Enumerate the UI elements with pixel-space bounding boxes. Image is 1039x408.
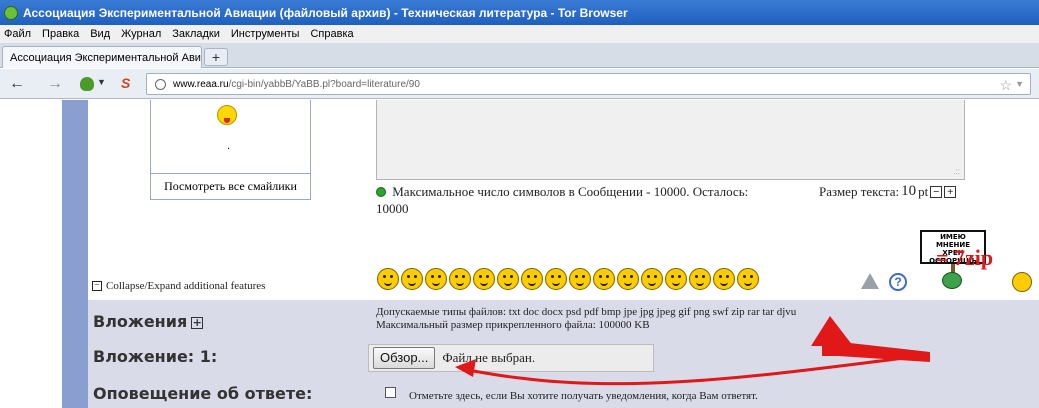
attachments-label-text: Вложения xyxy=(93,312,188,331)
emoticon-bar xyxy=(377,268,759,290)
undecided-icon[interactable] xyxy=(689,268,711,290)
text-size-control: Размер текста: 10 pt − + xyxy=(819,183,957,200)
cheesy-icon[interactable] xyxy=(425,268,447,290)
sign-holder-icon xyxy=(942,272,962,289)
shocked-icon[interactable] xyxy=(521,268,543,290)
zip-annotation: = 7zip xyxy=(936,245,994,270)
file-types-info: Допускаемые типы файлов: txt doc docx ps… xyxy=(376,306,796,332)
file-types-text: Допускаемые типы файлов: txt doc docx ps… xyxy=(376,306,797,318)
url-bar[interactable]: www.reaa.ru /cgi-bin/yabbB/YaBB.pl?board… xyxy=(146,73,1031,95)
chevron-down-icon[interactable]: ▼ xyxy=(97,77,106,87)
max-size-text: Максимальный размер прикрепленного файла… xyxy=(376,319,650,331)
back-button[interactable]: ← xyxy=(9,75,25,93)
menu-bookmarks[interactable]: Закладки xyxy=(172,28,220,40)
grin-icon[interactable] xyxy=(449,268,471,290)
tongue-smiley-icon[interactable] xyxy=(217,105,237,125)
attachments-label: Вложения + xyxy=(93,312,204,331)
help-icon[interactable]: ? xyxy=(889,273,907,291)
file-input[interactable]: Обзор... Файл не выбран. xyxy=(368,344,654,372)
menu-file[interactable]: Файл xyxy=(4,28,31,40)
embarrassed-icon[interactable] xyxy=(641,268,663,290)
message-textarea[interactable]: .:: xyxy=(376,100,965,180)
collapse-box-icon: − xyxy=(92,281,102,291)
resize-grip-icon[interactable]: .:: xyxy=(953,167,960,176)
max-chars-info: Максимальное число символов в Сообщении … xyxy=(376,183,796,217)
wink-icon[interactable] xyxy=(401,268,423,290)
attachments-expand-button[interactable]: + xyxy=(191,317,204,329)
cool-icon[interactable] xyxy=(545,268,567,290)
page-content: . Посмотреть все смайлики .:: Максимальн… xyxy=(0,100,1039,408)
menu-help[interactable]: Справка xyxy=(310,28,353,40)
page-left-margin xyxy=(0,100,62,408)
new-tab-button[interactable]: + xyxy=(204,48,228,66)
menu-edit[interactable]: Правка xyxy=(42,28,79,40)
tor-onion-icon[interactable] xyxy=(80,77,94,91)
collapse-label: Collapse/Expand additional features xyxy=(106,280,266,292)
menu-history[interactable]: Журнал xyxy=(121,28,161,40)
text-size-label: Размер текста: xyxy=(819,183,900,199)
remaining-chars: 10000 xyxy=(376,201,409,216)
tab-reaa[interactable]: Ассоциация Экспериментальной Авиаци... xyxy=(2,46,202,68)
menu-tools[interactable]: Инструменты xyxy=(231,28,300,40)
menubar: Файл Правка Вид Журнал Закладки Инструме… xyxy=(0,25,1039,43)
menu-view[interactable]: Вид xyxy=(90,28,110,40)
window-titlebar: Ассоциация Экспериментальной Авиации (фа… xyxy=(0,0,1039,25)
browse-button[interactable]: Обзор... xyxy=(373,347,436,369)
tongue-icon[interactable] xyxy=(617,268,639,290)
status-dot-icon xyxy=(376,187,386,197)
notify-checkbox[interactable] xyxy=(385,387,396,398)
view-all-smilies-link[interactable]: Посмотреть все смайлики xyxy=(150,173,311,200)
no-file-selected: Файл не выбран. xyxy=(442,350,536,365)
warning-icon[interactable] xyxy=(861,273,879,289)
rolleyes-icon[interactable] xyxy=(593,268,615,290)
forward-button[interactable]: → xyxy=(47,75,63,93)
window-title: Ассоциация Экспериментальной Авиации (фа… xyxy=(23,5,628,20)
collapse-expand-toggle[interactable]: − Collapse/Expand additional features xyxy=(92,280,265,292)
side-smiley-icon[interactable] xyxy=(1012,272,1032,292)
text-size-value: 10 xyxy=(901,183,917,199)
lipsrsealed-icon[interactable] xyxy=(665,268,687,290)
sign-line-1: ИМЕЮ xyxy=(940,233,966,241)
smiley-dot: . xyxy=(227,140,231,152)
angry-icon[interactable] xyxy=(473,268,495,290)
text-size-unit: pt xyxy=(918,183,929,199)
tor-globe-icon xyxy=(4,5,18,20)
notify-text: Отметьте здесь, если Вы хотите получать … xyxy=(409,390,758,402)
tab-bar: Ассоциация Экспериментальной Авиаци... + xyxy=(0,43,1039,68)
notify-label: Оповещение об ответе: xyxy=(93,384,313,403)
kiss-icon[interactable] xyxy=(713,268,735,290)
huh-icon[interactable] xyxy=(569,268,591,290)
sad-icon[interactable] xyxy=(497,268,519,290)
site-identity-icon[interactable] xyxy=(155,79,166,90)
text-size-increase-button[interactable]: + xyxy=(944,185,957,198)
left-sidebar-stripe xyxy=(62,100,88,408)
noscript-icon[interactable]: S xyxy=(121,75,130,91)
smile-icon[interactable] xyxy=(377,268,399,290)
url-path: /cgi-bin/yabbB/YaBB.pl?board=literature/… xyxy=(228,78,420,90)
navigation-bar: ← → ▼ S www.reaa.ru /cgi-bin/yabbB/YaBB.… xyxy=(0,69,1039,99)
text-size-decrease-button[interactable]: − xyxy=(930,185,943,198)
max-chars-text: Максимальное число символов в Сообщении … xyxy=(392,184,749,199)
tab-label: Ассоциация Экспериментальной Авиаци... xyxy=(10,51,201,64)
cry-icon[interactable] xyxy=(737,268,759,290)
attachment-1-label: Вложение: 1: xyxy=(93,347,218,366)
url-domain: www.reaa.ru xyxy=(173,78,229,90)
url-dropdown-icon[interactable]: ▼ xyxy=(1015,79,1024,89)
bookmark-star-icon[interactable]: ☆ xyxy=(999,77,1012,94)
